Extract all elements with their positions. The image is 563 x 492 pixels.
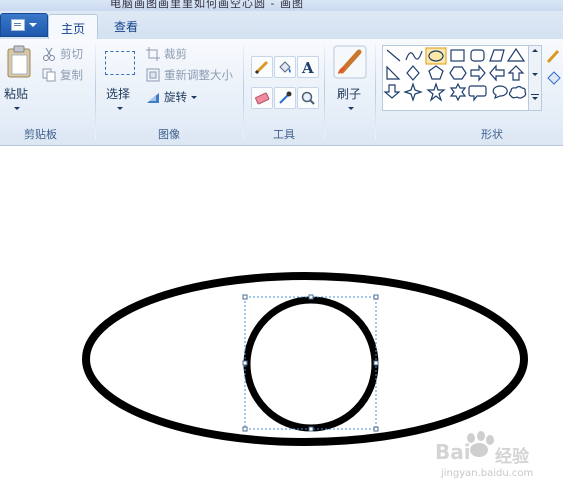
pencil-icon[interactable] — [251, 56, 273, 78]
right-arrow-shape-icon — [470, 64, 486, 82]
copy-icon — [42, 68, 56, 82]
text-icon[interactable]: A — [297, 56, 319, 78]
outline-icon[interactable] — [546, 48, 562, 64]
inner-circle-shape — [243, 296, 379, 432]
resize-handle-left — [242, 360, 248, 366]
brush-icon — [333, 45, 367, 79]
right-triangle-shape-icon — [386, 65, 401, 80]
chevron-down-icon — [29, 23, 37, 27]
down-arrow-shape-icon — [383, 84, 401, 99]
cut-button[interactable]: 剪切 — [42, 46, 83, 62]
clipboard-group-label: 剪贴板 — [24, 128, 57, 141]
document-menu-icon — [11, 19, 25, 31]
copy-label: 复制 — [60, 68, 83, 82]
eraser-icon[interactable] — [251, 87, 273, 109]
brushes-label: 刷子 — [337, 87, 362, 101]
select-button[interactable]: 选择 — [103, 45, 137, 121]
window-title: 电脑画图画里里如何画空心圆 - 画图 — [110, 0, 304, 10]
left-arrow-shape-icon — [489, 64, 505, 82]
rotate-icon — [147, 93, 159, 103]
hexagon-shape-icon — [449, 66, 467, 80]
oval-callout-shape-icon — [492, 85, 508, 100]
scissors-icon — [43, 47, 55, 61]
cloud-callout-shape-icon — [508, 85, 527, 99]
resize-handle-bottom — [308, 426, 314, 432]
six-point-star-shape-icon — [449, 82, 467, 102]
chevron-down-icon — [191, 95, 197, 99]
tab-home[interactable]: 主页 — [48, 14, 98, 41]
ribbon-tab-row: 主页 查看 — [0, 11, 563, 41]
shapes-gallery-scroll[interactable] — [528, 45, 542, 111]
line-shape-icon — [386, 49, 401, 62]
group-separator — [243, 43, 244, 139]
scroll-down-icon — [532, 73, 538, 76]
resize-handle-top-left — [242, 294, 248, 300]
fill-icon[interactable] — [274, 56, 296, 78]
tools-group-label: 工具 — [273, 128, 295, 141]
rectangle-shape-icon — [450, 49, 465, 62]
tab-view[interactable]: 查看 — [104, 14, 148, 39]
clipboard-icon — [7, 45, 31, 78]
select-label: 选择 — [106, 87, 131, 101]
resize-button[interactable]: 重新调整大小 — [146, 67, 233, 83]
crop-label: 裁剪 — [164, 47, 187, 61]
triangle-shape-icon — [506, 47, 526, 62]
svg-text:A: A — [301, 59, 314, 75]
chevron-down-icon — [117, 107, 123, 110]
shapes-group-label: 形状 — [481, 128, 503, 141]
watermark: Bai 经验 jingyan.baidu.com — [435, 430, 563, 485]
watermark-brand: Bai — [435, 440, 471, 464]
cut-label: 剪切 — [60, 47, 83, 61]
chevron-down-icon — [348, 107, 354, 110]
scroll-up-icon — [532, 49, 538, 52]
group-separator — [324, 43, 325, 139]
color-picker-icon[interactable] — [274, 87, 296, 109]
pentagon-shape-icon — [428, 65, 444, 80]
resize-handle-bottom-right — [373, 426, 379, 432]
copy-button[interactable]: 复制 — [42, 67, 83, 83]
fill-shape-icon[interactable] — [546, 69, 562, 85]
rounded-callout-shape-icon — [468, 85, 487, 102]
watermark-url: jingyan.baidu.com — [441, 468, 534, 479]
resize-icon — [146, 68, 160, 82]
group-separator — [95, 43, 96, 139]
selection-icon — [105, 51, 135, 75]
file-menu-button[interactable] — [0, 13, 48, 37]
resize-handle-top-right — [373, 294, 379, 300]
four-point-star-shape-icon — [403, 82, 423, 102]
shapes-gallery-icons — [383, 47, 527, 102]
up-arrow-shape-icon — [507, 65, 525, 81]
magnifier-icon[interactable] — [297, 87, 319, 109]
expand-gallery-icon — [531, 94, 539, 95]
paste-button[interactable]: 粘贴 — [3, 45, 33, 121]
chevron-down-icon — [14, 107, 20, 110]
rotate-label: 旋转 — [164, 90, 187, 104]
resize-handle-right — [373, 360, 379, 366]
curve-shape-icon — [405, 50, 423, 61]
title-bar: 电脑画图画里里如何画空心圆 - 画图 — [0, 0, 563, 11]
polygon-shape-icon — [489, 49, 505, 62]
crop-button[interactable]: 裁剪 — [146, 46, 187, 62]
expand-gallery-arrow-icon — [532, 97, 538, 100]
rotate-button[interactable]: 旋转 — [146, 89, 197, 105]
group-separator — [375, 43, 376, 139]
image-group-label: 图像 — [158, 128, 180, 141]
crop-icon — [146, 47, 160, 61]
resize-handle-top — [308, 294, 314, 300]
rounded-rectangle-shape-icon — [470, 49, 485, 62]
watermark-brand-cn: 经验 — [495, 447, 529, 467]
ribbon: 粘贴 剪切 复制 剪贴板 选择 裁剪 重新调整大小 旋转 图像 A 工具 刷子 … — [0, 39, 563, 146]
five-point-star-shape-icon — [426, 82, 446, 102]
brushes-button[interactable]: 刷子 — [333, 45, 369, 121]
paste-label: 粘贴 — [4, 87, 29, 101]
shapes-gallery[interactable] — [382, 45, 531, 111]
resize-handle-bottom-left — [242, 426, 248, 432]
resize-label: 重新调整大小 — [164, 68, 233, 82]
diamond-shape-icon — [406, 65, 420, 81]
